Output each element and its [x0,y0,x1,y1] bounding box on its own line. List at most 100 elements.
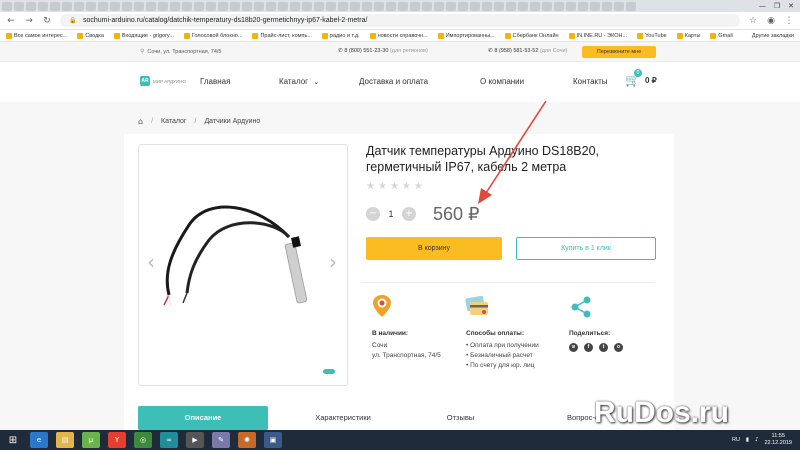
tab-favicon[interactable] [398,1,408,11]
paint-icon[interactable]: ✎ [212,432,230,448]
app-icon[interactable]: ▣ [264,432,282,448]
nav-delivery[interactable]: Доставка и оплата [359,77,428,86]
tab-favicon[interactable] [206,1,216,11]
close-icon[interactable]: ✕ [788,2,794,10]
tab-favicon[interactable] [38,1,48,11]
tab-favicon[interactable] [26,1,36,11]
language-indicator[interactable]: RU [732,437,740,443]
bookmark-item[interactable]: Импортированны... [437,32,495,39]
gallery-prev-icon[interactable]: ‹ [147,250,155,274]
add-to-cart-button[interactable]: В корзину [366,237,502,260]
tab-favicon[interactable] [554,1,564,11]
star-icon[interactable]: ★ [378,181,387,192]
tab-favicon[interactable] [410,1,420,11]
app-icon[interactable]: ✺ [238,432,256,448]
tab-favicon[interactable] [338,1,348,11]
bookmark-item[interactable]: Сводка [77,32,104,39]
tab-favicon[interactable] [326,1,336,11]
gallery-next-icon[interactable]: › [329,250,337,274]
tab-favicon[interactable] [602,1,612,11]
site-logo[interactable]: AR МИР АРДУИНО [140,76,186,86]
tab-reviews[interactable]: Отзывы [413,406,508,430]
gallery-slide-indicator[interactable] [323,369,335,374]
phone-regions[interactable]: ✆ 8 (800) 551-23-30 (для регионов) [338,48,428,54]
cart[interactable]: 🛒 0 0 ₽ [625,69,657,87]
windows-start-icon[interactable]: ⊞ [4,432,22,448]
tab-favicon[interactable] [122,1,132,11]
tab-favicon[interactable] [542,1,552,11]
tab-favicon[interactable] [194,1,204,11]
maximize-icon[interactable]: ❐ [774,2,780,10]
file-explorer-icon[interactable]: ▤ [56,432,74,448]
bookmark-item[interactable]: радио и т.д. [321,32,360,39]
star-icon[interactable]: ★ [366,181,375,192]
chrome-icon[interactable]: ◎ [134,432,152,448]
tab-favicon[interactable] [290,1,300,11]
nav-contacts[interactable]: Контакты [573,77,608,86]
tab-favicon[interactable] [590,1,600,11]
bookmark-item[interactable]: IN.INE.RU - ЭКОН... [568,32,627,39]
extension-icon[interactable]: ◉ [766,16,776,26]
tab-favicon[interactable] [362,1,372,11]
tab-favicon[interactable] [110,1,120,11]
tab-favicon[interactable] [146,1,156,11]
tab-favicon[interactable] [230,1,240,11]
network-icon[interactable]: ▮ [746,437,749,443]
other-bookmarks[interactable]: Другие закладки [752,33,794,39]
menu-icon[interactable]: ⋮ [784,16,794,26]
bookmark-item[interactable]: новости справочн... [369,32,428,39]
star-icon[interactable]: ★ [390,181,399,192]
tab-favicon[interactable] [470,1,480,11]
yandex-browser-icon[interactable]: Y [108,432,126,448]
star-icon[interactable]: ★ [402,181,411,192]
star-icon[interactable]: ☆ [748,16,758,26]
tab-favicon[interactable] [14,1,24,11]
tab-favicon[interactable] [170,1,180,11]
tab-favicon[interactable] [446,1,456,11]
tab-favicon[interactable] [518,1,528,11]
tab-favicon[interactable] [494,1,504,11]
tab-favicon[interactable] [530,1,540,11]
back-icon[interactable]: ← [6,16,16,26]
tab-favicon[interactable] [218,1,228,11]
facebook-icon[interactable]: f [584,343,593,352]
buy-one-click-button[interactable]: Купить в 1 клик [516,237,656,260]
nav-about[interactable]: О компании [480,77,524,86]
tab-favicon[interactable] [134,1,144,11]
tab-favicon[interactable] [266,1,276,11]
tab-favicon[interactable] [374,1,384,11]
odnoklassniki-icon[interactable]: o [614,343,623,352]
home-icon[interactable]: ⌂ [138,117,143,126]
bookmark-item[interactable]: Карты [676,32,700,39]
tab-favicon[interactable] [158,1,168,11]
forward-icon[interactable]: → [24,16,34,26]
tab-favicon[interactable] [302,1,312,11]
bookmark-item[interactable]: Голосовой блокно... [183,32,242,39]
tab-favicon[interactable] [2,1,12,11]
media-player-icon[interactable]: ▶ [186,432,204,448]
clock[interactable]: 11:55 22.12.2019 [764,433,792,447]
tab-favicon[interactable] [386,1,396,11]
nav-catalog[interactable]: Каталог ⌄ [279,77,319,86]
bookmark-item[interactable]: Все самое интерес... [6,32,67,39]
tab-specifications[interactable]: Характеристики [288,406,398,430]
plus-icon[interactable]: + [402,207,416,221]
breadcrumb-catalog[interactable]: Каталог [161,118,186,125]
rating-stars[interactable]: ★ ★ ★ ★ ★ [366,181,423,192]
breadcrumb-sensors[interactable]: Датчики Ардуино [204,118,260,125]
volume-icon[interactable]: ♪ [755,437,759,443]
tab-favicon[interactable] [314,1,324,11]
tab-favicon[interactable] [578,1,588,11]
tab-favicon[interactable] [62,1,72,11]
twitter-icon[interactable]: t [599,343,608,352]
quantity-value[interactable]: 1 [386,209,396,219]
tab-favicon[interactable] [74,1,84,11]
utorrent-icon[interactable]: µ [82,432,100,448]
tab-favicon[interactable] [566,1,576,11]
tab-favicon[interactable] [182,1,192,11]
minus-icon[interactable]: − [366,207,380,221]
tab-favicon[interactable] [86,1,96,11]
url-input[interactable]: 🔒 sochumi-arduino.ru/catalog/datchik-tem… [60,14,740,27]
bookmark-item[interactable]: Сбербанк Онлайн [504,32,559,39]
bookmark-item[interactable]: Входящие - grigory... [113,32,174,39]
